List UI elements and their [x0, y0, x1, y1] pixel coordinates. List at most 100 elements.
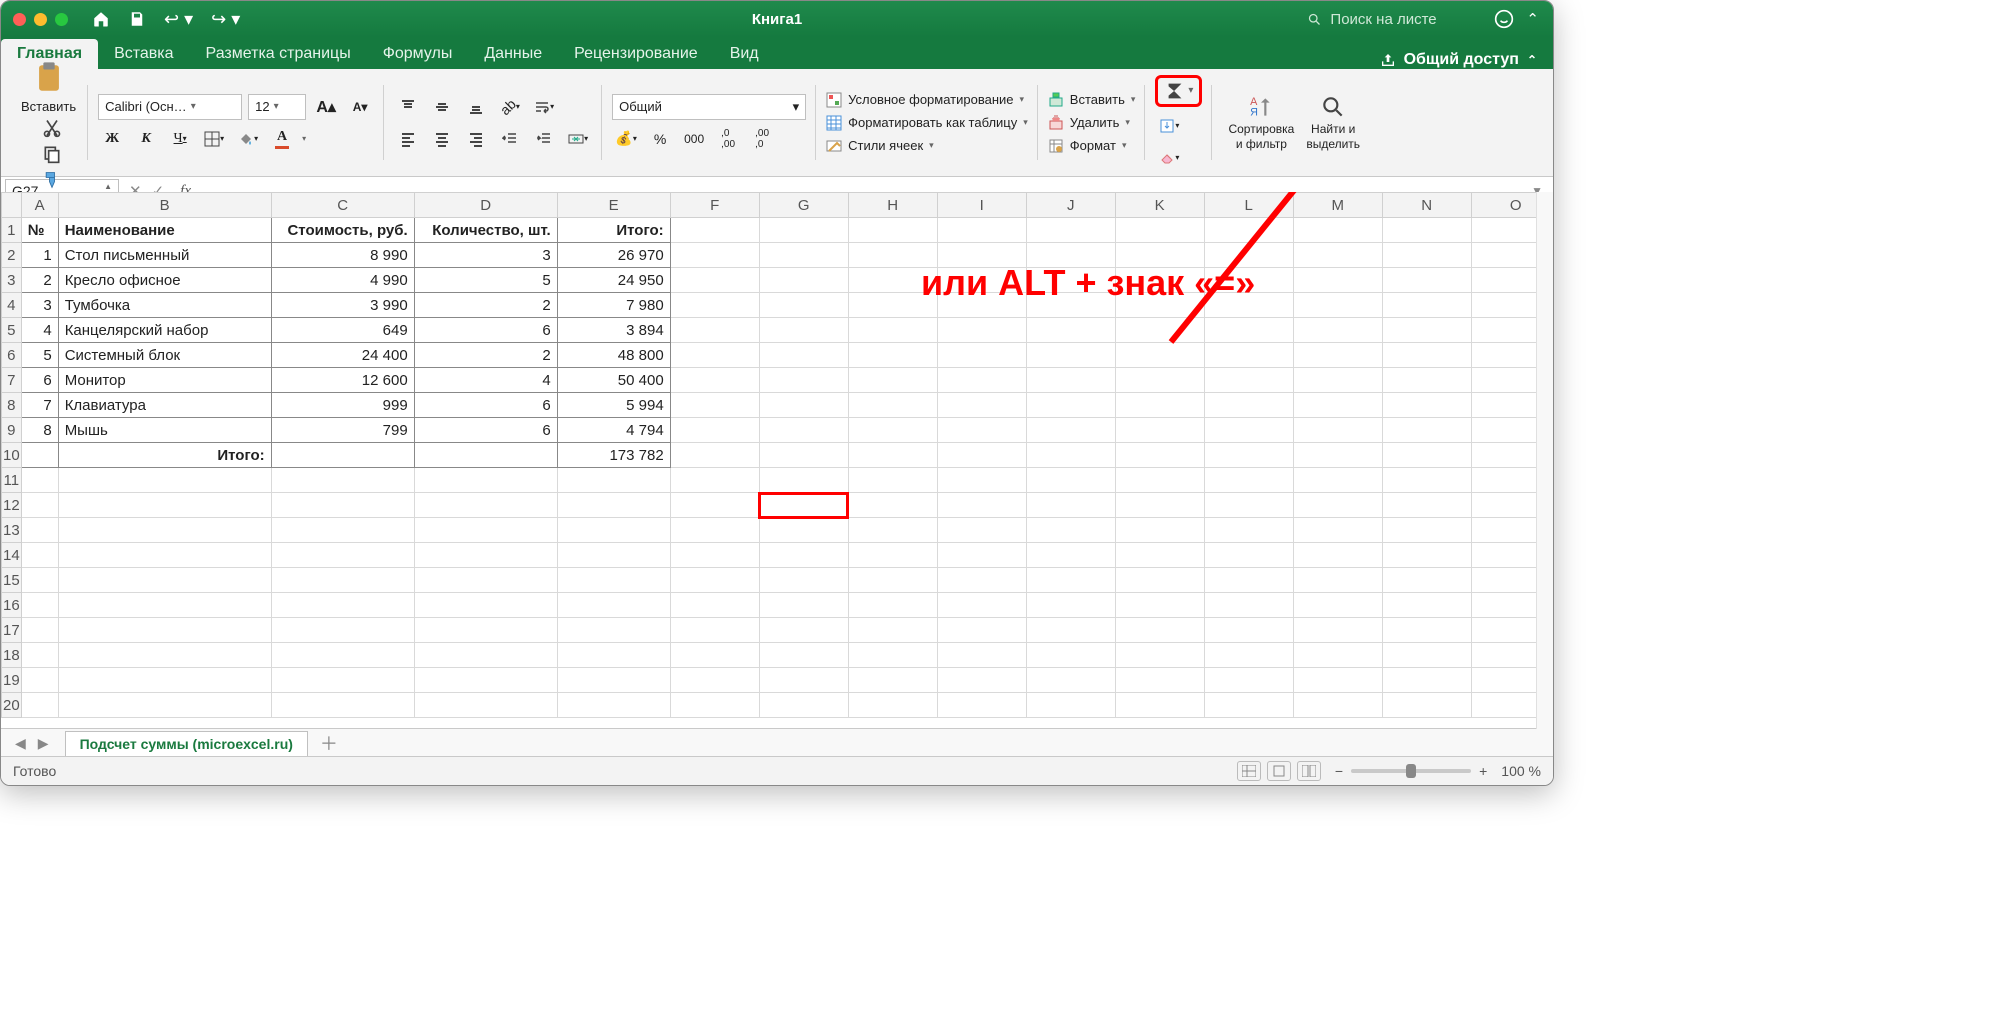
cell-G8[interactable]: [759, 393, 848, 418]
add-sheet-icon[interactable]: ＋: [320, 730, 338, 756]
cell-H10[interactable]: [848, 443, 937, 468]
cell-A14[interactable]: [21, 543, 58, 568]
cell-M10[interactable]: [1293, 443, 1382, 468]
cell-I4[interactable]: [937, 293, 1026, 318]
cell-B14[interactable]: [58, 543, 271, 568]
cell-I2[interactable]: [937, 243, 1026, 268]
cell-N8[interactable]: [1382, 393, 1471, 418]
cell-J1[interactable]: [1026, 218, 1115, 243]
cell-H4[interactable]: [848, 293, 937, 318]
cell-F18[interactable]: [670, 643, 759, 668]
cell-L7[interactable]: [1204, 368, 1293, 393]
cell-L19[interactable]: [1204, 668, 1293, 693]
cell-H3[interactable]: [848, 268, 937, 293]
row-header-13[interactable]: 13: [2, 518, 22, 543]
cell-D11[interactable]: [414, 468, 557, 493]
cell-A6[interactable]: 5: [21, 343, 58, 368]
cell-N11[interactable]: [1382, 468, 1471, 493]
cell-J3[interactable]: [1026, 268, 1115, 293]
cell-H20[interactable]: [848, 693, 937, 718]
spreadsheet-grid[interactable]: ABCDEFGHIJKLMNO1№НаименованиеСтоимость, …: [1, 192, 1553, 729]
cell-A13[interactable]: [21, 518, 58, 543]
cell-M8[interactable]: [1293, 393, 1382, 418]
cell-C18[interactable]: [271, 643, 414, 668]
decrease-decimal-icon[interactable]: ,00,0: [748, 126, 776, 152]
col-header-E[interactable]: E: [557, 193, 670, 218]
cell-G12[interactable]: [759, 493, 848, 518]
cell-E19[interactable]: [557, 668, 670, 693]
cell-F7[interactable]: [670, 368, 759, 393]
zoom-slider[interactable]: [1351, 769, 1471, 773]
cell-G7[interactable]: [759, 368, 848, 393]
delete-cells[interactable]: Удалить ▾: [1048, 113, 1136, 133]
cell-G17[interactable]: [759, 618, 848, 643]
cell-L10[interactable]: [1204, 443, 1293, 468]
cell-G13[interactable]: [759, 518, 848, 543]
tab-review[interactable]: Рецензирование: [558, 39, 714, 69]
cell-H14[interactable]: [848, 543, 937, 568]
cell-L14[interactable]: [1204, 543, 1293, 568]
cell-F6[interactable]: [670, 343, 759, 368]
cell-B18[interactable]: [58, 643, 271, 668]
cell-H18[interactable]: [848, 643, 937, 668]
cell-F8[interactable]: [670, 393, 759, 418]
col-header-K[interactable]: K: [1115, 193, 1204, 218]
cell-H12[interactable]: [848, 493, 937, 518]
cell-H17[interactable]: [848, 618, 937, 643]
cell-I13[interactable]: [937, 518, 1026, 543]
cell-K11[interactable]: [1115, 468, 1204, 493]
cell-H5[interactable]: [848, 318, 937, 343]
cell-K10[interactable]: [1115, 443, 1204, 468]
row-header-5[interactable]: 5: [2, 318, 22, 343]
cell-L1[interactable]: [1204, 218, 1293, 243]
redo-icon[interactable]: ↪︎ ▾: [211, 9, 240, 30]
cell-I9[interactable]: [937, 418, 1026, 443]
cell-C6[interactable]: 24 400: [271, 343, 414, 368]
cell-K18[interactable]: [1115, 643, 1204, 668]
row-header-8[interactable]: 8: [2, 393, 22, 418]
cell-D3[interactable]: 5: [414, 268, 557, 293]
cell-A20[interactable]: [21, 693, 58, 718]
cell-F3[interactable]: [670, 268, 759, 293]
cell-L5[interactable]: [1204, 318, 1293, 343]
search-input[interactable]: [1328, 10, 1482, 29]
align-center-icon[interactable]: [428, 126, 456, 152]
increase-font-icon[interactable]: A▴: [312, 94, 340, 120]
cell-G3[interactable]: [759, 268, 848, 293]
cell-K5[interactable]: [1115, 318, 1204, 343]
cell-C5[interactable]: 649: [271, 318, 414, 343]
cell-K17[interactable]: [1115, 618, 1204, 643]
cell-J18[interactable]: [1026, 643, 1115, 668]
col-header-G[interactable]: G: [759, 193, 848, 218]
cell-A2[interactable]: 1: [21, 243, 58, 268]
cell-I12[interactable]: [937, 493, 1026, 518]
cell-L3[interactable]: [1204, 268, 1293, 293]
wrap-text-icon[interactable]: ▾: [530, 94, 558, 120]
col-header-M[interactable]: M: [1293, 193, 1382, 218]
cell-M17[interactable]: [1293, 618, 1382, 643]
cell-E5[interactable]: 3 894: [557, 318, 670, 343]
cell-J14[interactable]: [1026, 543, 1115, 568]
cell-E12[interactable]: [557, 493, 670, 518]
sheet-prev-icon[interactable]: ◀: [9, 735, 32, 752]
cell-D8[interactable]: 6: [414, 393, 557, 418]
cell-J8[interactable]: [1026, 393, 1115, 418]
cell-G20[interactable]: [759, 693, 848, 718]
cell-E18[interactable]: [557, 643, 670, 668]
cell-B7[interactable]: Монитор: [58, 368, 271, 393]
row-header-14[interactable]: 14: [2, 543, 22, 568]
cell-L12[interactable]: [1204, 493, 1293, 518]
cell-F4[interactable]: [670, 293, 759, 318]
cell-N19[interactable]: [1382, 668, 1471, 693]
cell-G1[interactable]: [759, 218, 848, 243]
decrease-font-icon[interactable]: A▾: [346, 94, 374, 120]
cell-C15[interactable]: [271, 568, 414, 593]
cell-A3[interactable]: 2: [21, 268, 58, 293]
cell-M11[interactable]: [1293, 468, 1382, 493]
cell-M2[interactable]: [1293, 243, 1382, 268]
find-select-button[interactable]: Найти и выделить: [1300, 75, 1366, 170]
tab-insert[interactable]: Вставка: [98, 39, 189, 69]
cell-I10[interactable]: [937, 443, 1026, 468]
row-header-3[interactable]: 3: [2, 268, 22, 293]
cell-G2[interactable]: [759, 243, 848, 268]
